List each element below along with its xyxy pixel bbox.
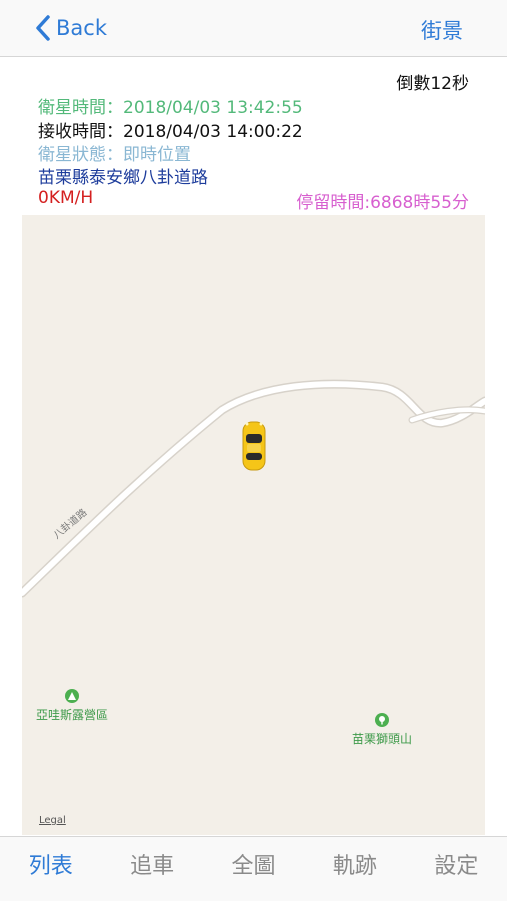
tab-track-car[interactable]: 追車 (101, 837, 202, 901)
street-view-button[interactable]: 街景 (421, 15, 463, 45)
tent-icon (65, 689, 79, 703)
tab-settings[interactable]: 設定 (406, 837, 507, 901)
poi-campground[interactable]: 亞哇斯露營區 (36, 689, 108, 723)
poi-label: 亞哇斯露營區 (36, 708, 109, 722)
tab-list[interactable]: 列表 (0, 837, 101, 901)
refresh-countdown: 倒數12秒 (396, 74, 469, 94)
vehicle-info-panel: 倒數12秒 衛星時間：2018/04/03 13:42:55 接收時間：2018… (0, 57, 507, 215)
tab-bar: 列表 追車 全圖 軌跡 設定 (0, 836, 507, 901)
legal-link[interactable]: Legal (39, 815, 66, 826)
vehicle-address: 苗栗縣泰安鄉八卦道路 (38, 168, 208, 188)
poi-label: 苗栗獅頭山 (352, 732, 413, 746)
stay-duration: 停留時間:6868時55分 (296, 193, 469, 213)
tree-icon (375, 713, 389, 727)
back-label: Back (56, 16, 107, 40)
poi-mountain[interactable]: 苗栗獅頭山 (352, 713, 412, 747)
back-button[interactable]: Back (34, 12, 107, 44)
car-icon[interactable] (242, 421, 266, 471)
satellite-status: 衛星狀態：即時位置 (38, 145, 191, 165)
road-network (22, 379, 485, 598)
tab-full-map[interactable]: 全圖 (203, 837, 304, 901)
chevron-left-icon (36, 15, 50, 41)
tab-route-history[interactable]: 軌跡 (304, 837, 405, 901)
vehicle-speed: 0KM/H (38, 188, 94, 208)
satellite-time: 衛星時間：2018/04/03 13:42:55 (38, 98, 303, 118)
map-view[interactable]: 八卦道路 亞哇斯露營區 苗栗獅頭山 Legal (22, 215, 485, 835)
navigation-bar: Back 街景 (0, 0, 507, 57)
receive-time: 接收時間：2018/04/03 14:00:22 (38, 122, 303, 142)
